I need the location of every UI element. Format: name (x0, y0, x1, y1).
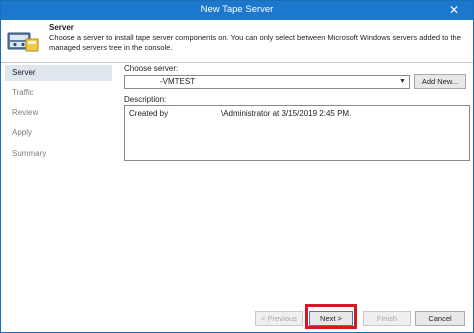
tape-server-wizard-icon (7, 32, 39, 52)
title-bar: New Tape Server ✕ (1, 1, 473, 20)
close-button[interactable]: ✕ (439, 2, 469, 18)
add-new-server-button[interactable]: Add New... (414, 74, 466, 89)
wizard-steps: Server Traffic Review Apply Summary (1, 63, 114, 303)
previous-button[interactable]: < Previous (255, 311, 303, 326)
step-title: Server (49, 23, 74, 32)
step-traffic[interactable]: Traffic (5, 85, 112, 101)
description-label: Description: (124, 95, 167, 104)
wizard-footer: < Previous Next > Finish Cancel (1, 303, 473, 333)
step-server[interactable]: Server (5, 65, 112, 81)
server-select-value: -VMTEST (160, 77, 196, 86)
finish-button[interactable]: Finish (363, 311, 411, 326)
next-button-highlight (305, 304, 357, 329)
description-textbox[interactable]: Created by \Administrator at 3/15/2019 2… (124, 105, 470, 161)
step-review[interactable]: Review (5, 105, 112, 121)
window-title: New Tape Server (200, 4, 274, 15)
cancel-button[interactable]: Cancel (415, 311, 465, 326)
step-summary[interactable]: Summary (5, 146, 112, 162)
choose-server-label: Choose server: (124, 64, 179, 73)
wizard-header: Server Choose a server to install tape s… (1, 20, 473, 63)
description-created-by: Created by (129, 109, 169, 118)
wizard-content: Choose server: -VMTEST ▼ Add New... Desc… (115, 63, 473, 303)
step-apply[interactable]: Apply (5, 125, 112, 141)
step-description: Choose a server to install tape server c… (49, 33, 461, 52)
description-admin: \Administrator at 3/15/2019 2:45 PM. (221, 109, 352, 118)
server-select[interactable]: -VMTEST ▼ (124, 75, 410, 89)
wizard-window: New Tape Server ✕ Server Choose a server… (0, 0, 474, 333)
chevron-down-icon[interactable]: ▼ (397, 76, 408, 88)
